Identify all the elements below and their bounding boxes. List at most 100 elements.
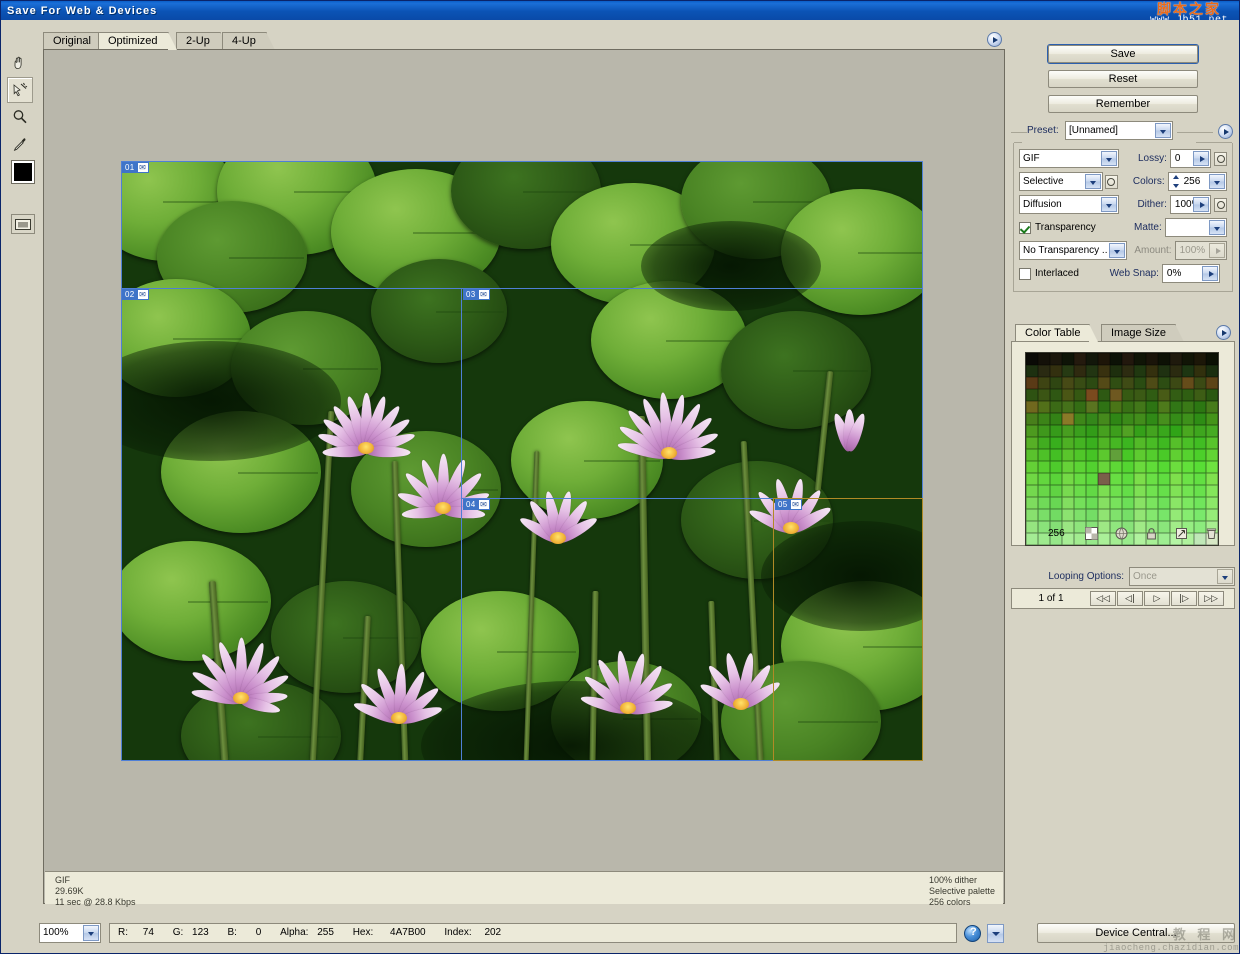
transparency-icon[interactable] [1114, 526, 1128, 540]
color-swatch[interactable] [1146, 437, 1158, 449]
color-swatch[interactable] [1122, 353, 1134, 365]
color-swatch[interactable] [1146, 473, 1158, 485]
color-swatch[interactable] [1122, 389, 1134, 401]
color-swatch[interactable] [1206, 425, 1218, 437]
color-swatch[interactable] [1038, 389, 1050, 401]
foreground-color-swatch[interactable] [11, 160, 35, 184]
color-swatch[interactable] [1194, 425, 1206, 437]
color-swatch[interactable] [1062, 401, 1074, 413]
color-swatch[interactable] [1122, 509, 1134, 521]
color-swatch[interactable] [1146, 485, 1158, 497]
color-swatch[interactable] [1146, 449, 1158, 461]
tab-4up[interactable]: 4-Up [222, 32, 267, 49]
color-swatch[interactable] [1206, 473, 1218, 485]
chevron-down-icon[interactable] [1109, 243, 1125, 258]
previous-frame-button[interactable]: ◁| [1117, 591, 1143, 606]
color-swatch[interactable] [1134, 473, 1146, 485]
color-swatch[interactable] [1134, 401, 1146, 413]
color-swatch[interactable] [1098, 377, 1110, 389]
color-swatch[interactable] [1182, 365, 1194, 377]
chevron-down-icon[interactable] [1209, 220, 1225, 235]
color-reduction-select[interactable]: Selective [1019, 172, 1103, 191]
preview-in-browser-icon[interactable] [964, 925, 981, 942]
color-swatch[interactable] [1026, 497, 1038, 509]
color-swatch[interactable] [1206, 497, 1218, 509]
color-swatch[interactable] [1122, 365, 1134, 377]
color-swatch[interactable] [1122, 437, 1134, 449]
color-swatch[interactable] [1182, 401, 1194, 413]
color-swatch[interactable] [1038, 449, 1050, 461]
color-swatch[interactable] [1122, 497, 1134, 509]
color-swatch[interactable] [1170, 509, 1182, 521]
color-swatch[interactable] [1026, 365, 1038, 377]
optimized-canvas[interactable]: 01 ✉ 02 ✉ 03 ✉ [45, 51, 1003, 871]
color-swatch[interactable] [1146, 497, 1158, 509]
color-swatch[interactable] [1158, 365, 1170, 377]
color-swatch[interactable] [1182, 413, 1194, 425]
colors-stepper-icon[interactable] [1171, 174, 1182, 189]
color-swatch[interactable] [1206, 485, 1218, 497]
color-swatch-grid[interactable] [1025, 352, 1219, 546]
color-swatch[interactable] [1050, 425, 1062, 437]
color-swatch[interactable] [1110, 449, 1122, 461]
color-swatch[interactable] [1110, 401, 1122, 413]
color-swatch[interactable] [1038, 509, 1050, 521]
dither-stepper-icon[interactable] [1193, 197, 1209, 212]
color-swatch[interactable] [1134, 389, 1146, 401]
color-swatch[interactable] [1062, 437, 1074, 449]
color-swatch[interactable] [1110, 509, 1122, 521]
color-swatch[interactable] [1086, 365, 1098, 377]
color-swatch[interactable] [1194, 485, 1206, 497]
color-swatch[interactable] [1146, 389, 1158, 401]
color-swatch[interactable] [1170, 461, 1182, 473]
color-swatch[interactable] [1158, 401, 1170, 413]
transparency-checkbox[interactable] [1019, 222, 1031, 234]
dither-input[interactable]: 100% [1170, 195, 1211, 214]
color-swatch[interactable] [1074, 437, 1086, 449]
color-swatch[interactable] [1074, 509, 1086, 521]
color-swatch[interactable] [1182, 449, 1194, 461]
color-swatch[interactable] [1026, 485, 1038, 497]
image-preview[interactable]: 01 ✉ 02 ✉ 03 ✉ [121, 161, 923, 761]
color-swatch[interactable] [1206, 377, 1218, 389]
color-swatch[interactable] [1062, 389, 1074, 401]
color-swatch[interactable] [1062, 497, 1074, 509]
color-swatch[interactable] [1062, 449, 1074, 461]
color-swatch[interactable] [1158, 449, 1170, 461]
color-swatch[interactable] [1098, 473, 1110, 485]
color-swatch[interactable] [1026, 437, 1038, 449]
color-swatch[interactable] [1086, 485, 1098, 497]
color-swatch[interactable] [1050, 413, 1062, 425]
color-swatch[interactable] [1086, 509, 1098, 521]
color-swatch[interactable] [1194, 473, 1206, 485]
panel-menu-icon[interactable] [987, 32, 1002, 47]
color-swatch[interactable] [1134, 497, 1146, 509]
color-swatch[interactable] [1074, 449, 1086, 461]
color-swatch[interactable] [1098, 509, 1110, 521]
color-swatch[interactable] [1146, 425, 1158, 437]
color-swatch[interactable] [1026, 461, 1038, 473]
color-swatch[interactable] [1038, 461, 1050, 473]
color-swatch[interactable] [1194, 401, 1206, 413]
color-swatch[interactable] [1182, 377, 1194, 389]
color-swatch[interactable] [1062, 473, 1074, 485]
color-swatch[interactable] [1182, 353, 1194, 365]
color-swatch[interactable] [1038, 377, 1050, 389]
color-swatch[interactable] [1062, 485, 1074, 497]
lossy-input[interactable]: 0 [1170, 149, 1211, 168]
color-swatch[interactable] [1050, 365, 1062, 377]
color-swatch[interactable] [1170, 425, 1182, 437]
color-swatch[interactable] [1182, 497, 1194, 509]
color-swatch[interactable] [1062, 353, 1074, 365]
color-swatch[interactable] [1182, 473, 1194, 485]
color-swatch[interactable] [1170, 353, 1182, 365]
color-swatch[interactable] [1158, 473, 1170, 485]
color-swatch[interactable] [1086, 377, 1098, 389]
color-swatch[interactable] [1062, 413, 1074, 425]
color-swatch[interactable] [1086, 449, 1098, 461]
color-swatch[interactable] [1194, 413, 1206, 425]
color-swatch[interactable] [1038, 437, 1050, 449]
color-swatch[interactable] [1038, 497, 1050, 509]
color-swatch[interactable] [1158, 377, 1170, 389]
next-frame-button[interactable]: |▷ [1171, 591, 1197, 606]
